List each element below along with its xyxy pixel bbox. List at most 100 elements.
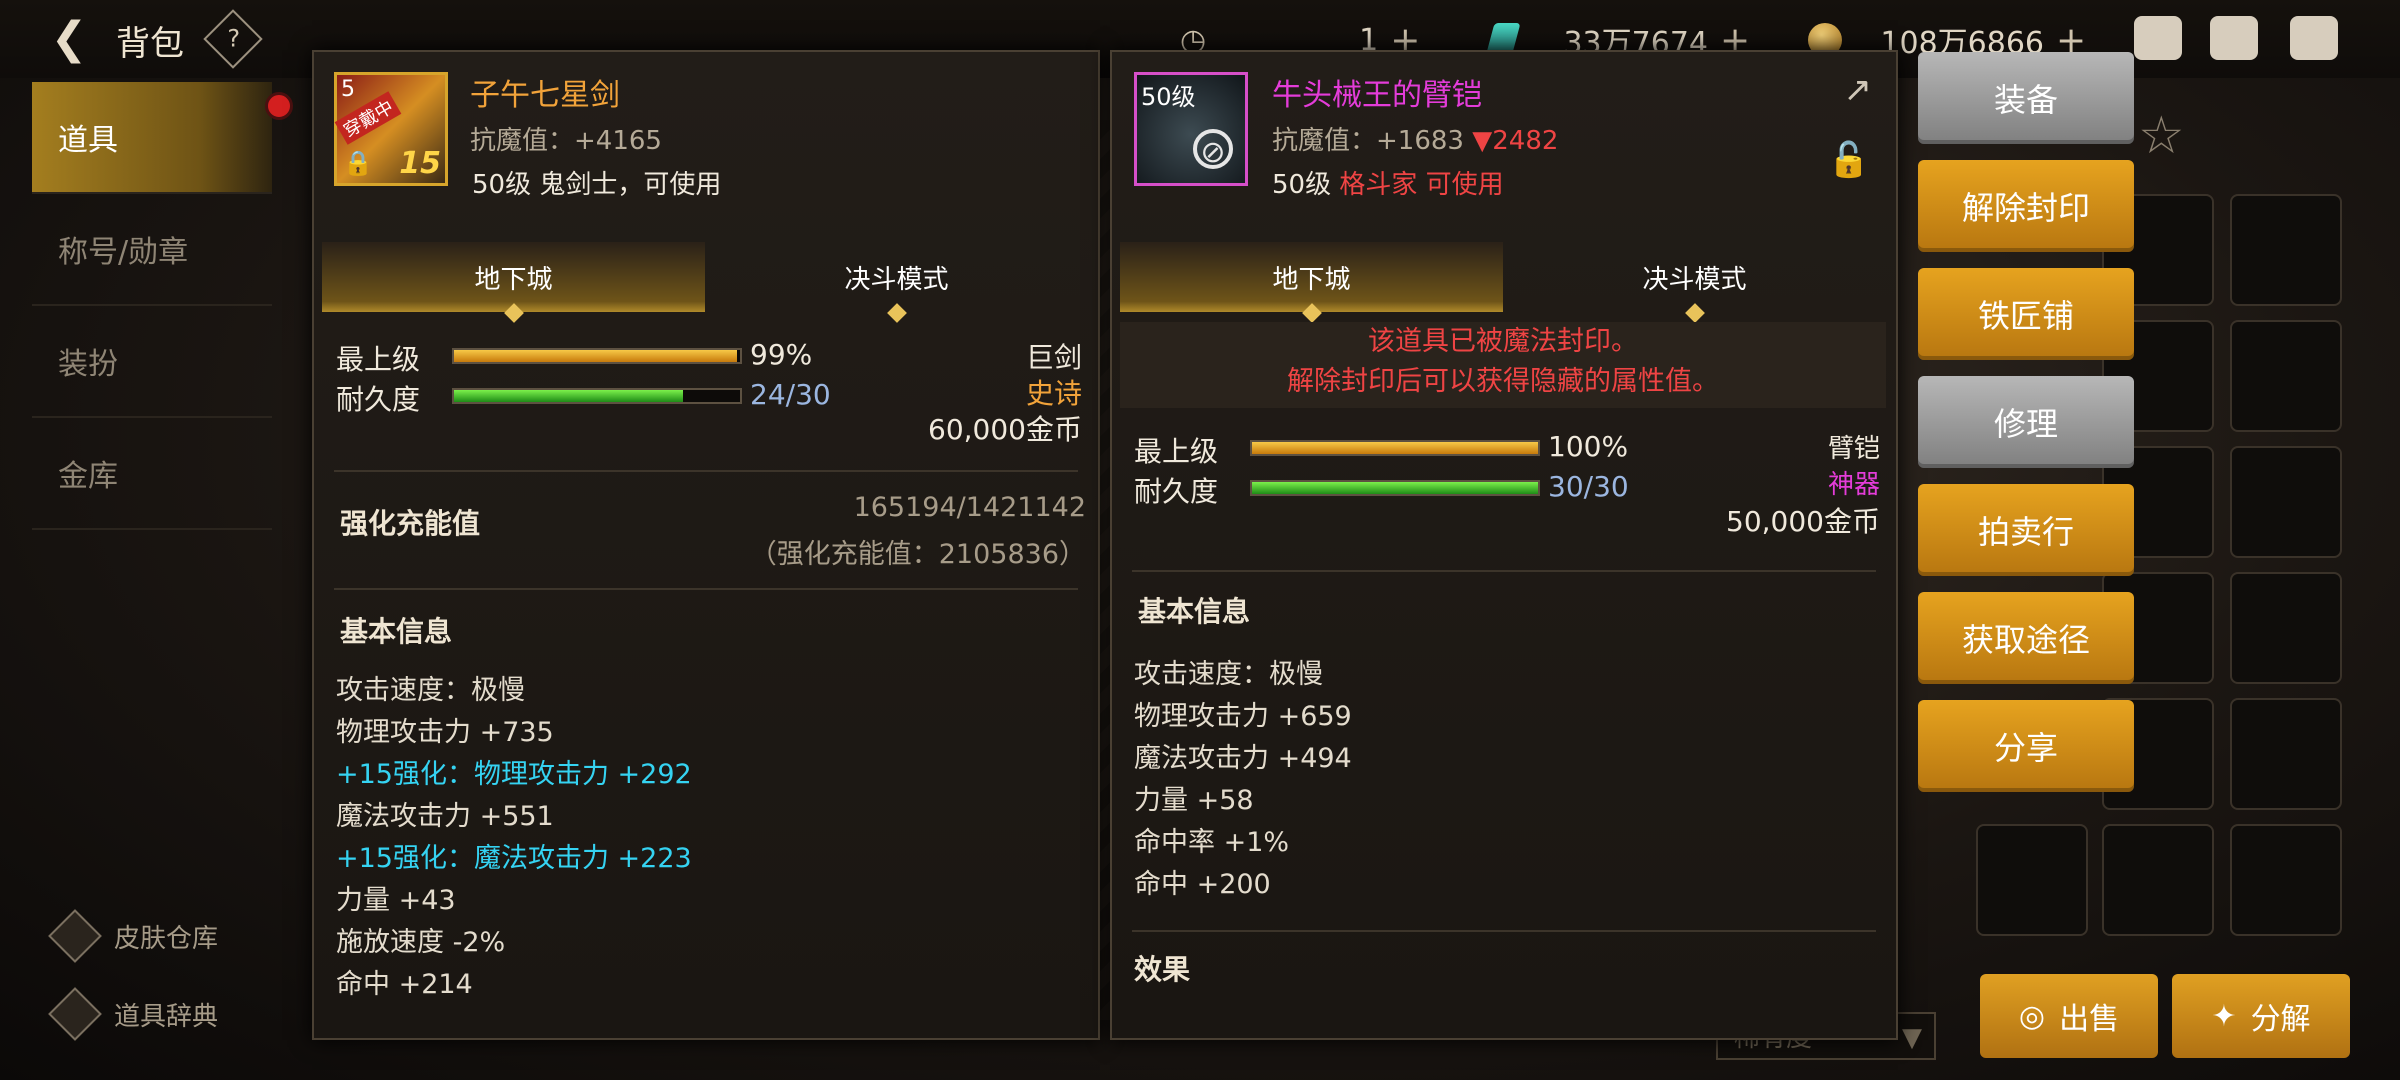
charge-total: （强化充能值：2105836） bbox=[749, 539, 1086, 570]
decompose-icon: ✦ bbox=[2211, 998, 2237, 1034]
max-level-label: 最上级 bbox=[1134, 435, 1219, 468]
item-rarity: 史诗 bbox=[1025, 377, 1082, 410]
unseal-button[interactable]: 解除封印 bbox=[1918, 160, 2134, 252]
durability-value: 30/30 bbox=[1548, 470, 1629, 503]
equip-button[interactable]: 装备 bbox=[1918, 52, 2134, 144]
basic-info-title: 基本信息 bbox=[1138, 595, 1251, 628]
decompose-button[interactable]: ✦ 分解 bbox=[2172, 974, 2350, 1058]
durability-label: 耐久度 bbox=[336, 383, 421, 416]
divider bbox=[334, 588, 1078, 590]
mail-icon[interactable] bbox=[2210, 16, 2258, 60]
tab-indicator bbox=[1301, 303, 1322, 323]
unusable-icon: ⊘ bbox=[1193, 129, 1233, 170]
stat-line: 命中率 +1% bbox=[1134, 827, 1290, 858]
lock-icon[interactable]: 🔓 bbox=[1828, 140, 1870, 180]
anti-magic-value: 抗魔值：+4165 bbox=[470, 126, 662, 156]
page-title: 背包 bbox=[116, 24, 184, 64]
lock-icon: 🔒 bbox=[343, 149, 373, 177]
skin-storage-link[interactable]: 皮肤仓库 bbox=[48, 908, 219, 964]
help-icon-glyph: ? bbox=[227, 24, 241, 53]
sidebar-item-vault[interactable]: 金库 bbox=[32, 418, 272, 530]
tab-dungeon[interactable]: 地下城 bbox=[322, 242, 705, 323]
sell-label: 出售 bbox=[2059, 1002, 2120, 1037]
tab-dungeon[interactable]: 地下城 bbox=[1120, 242, 1503, 323]
tab-pvp[interactable]: 决斗模式 bbox=[705, 242, 1088, 323]
tab-indicator bbox=[886, 303, 907, 323]
stat-list: 攻击速度：极慢 物理攻击力 +735 +15强化：物理攻击力 +292 魔法攻击… bbox=[336, 670, 692, 1006]
req-class: 格斗家 可使用 bbox=[1339, 170, 1504, 200]
share-icon[interactable]: ↗ bbox=[1844, 70, 1873, 110]
item-requirement: 50级 格斗家 可使用 bbox=[1272, 164, 1504, 201]
stat-line: 魔法攻击力 +551 bbox=[336, 801, 554, 832]
max-level-label: 最上级 bbox=[336, 343, 421, 376]
inventory-slot[interactable] bbox=[2230, 194, 2342, 306]
blacksmith-button[interactable]: 铁匠铺 bbox=[1918, 268, 2134, 360]
inventory-slot[interactable] bbox=[2230, 572, 2342, 684]
chat-icon[interactable] bbox=[2290, 16, 2338, 60]
stat-line-enhanced: +15强化：物理攻击力 +292 bbox=[336, 759, 692, 790]
item-icon-armguard: 50级 ⊘ bbox=[1134, 72, 1248, 186]
item-dictionary-link[interactable]: 道具辞典 bbox=[48, 986, 219, 1042]
stat-line: 攻击速度：极慢 bbox=[1134, 659, 1323, 690]
item-name: 子午七星剑 bbox=[470, 78, 620, 113]
enhance-level: 15 bbox=[399, 146, 441, 181]
inventory-slot[interactable] bbox=[1976, 824, 2088, 936]
inventory-slot[interactable] bbox=[2230, 824, 2342, 936]
inventory-slot[interactable] bbox=[2230, 446, 2342, 558]
sidebar-item-label: 道具 bbox=[58, 123, 118, 158]
basic-info-title: 基本信息 bbox=[340, 615, 453, 648]
max-level-value: 100% bbox=[1548, 430, 1629, 463]
max-level-bar bbox=[1250, 440, 1540, 456]
sidebar-item-label: 装扮 bbox=[58, 347, 118, 382]
sell-button[interactable]: ◎ 出售 bbox=[1980, 974, 2158, 1058]
req-level: 50级 bbox=[1272, 170, 1332, 200]
coins-icon: ◎ bbox=[2018, 998, 2046, 1034]
repair-button[interactable]: 修理 bbox=[1918, 376, 2134, 468]
anti-magic-diff: ▼2482 bbox=[1472, 126, 1559, 156]
item-type: 臂铠 bbox=[1827, 434, 1880, 464]
item-icon-sword: 5 穿戴中 15 🔒 bbox=[334, 72, 448, 186]
notification-dot bbox=[265, 92, 293, 120]
stat-list: 攻击速度：极慢 物理攻击力 +659 魔法攻击力 +494 力量 +58 命中率… bbox=[1134, 654, 1352, 906]
skin-storage-icon bbox=[48, 909, 102, 963]
item-tooltip-right: 50级 ⊘ 牛头械王的臂铠 抗魔值：+1683 ▼2482 50级 格斗家 可使… bbox=[1110, 50, 1898, 1040]
stat-line-enhanced: +15强化：魔法攻击力 +223 bbox=[336, 843, 692, 874]
tab-indicator bbox=[1684, 303, 1705, 323]
skin-storage-label: 皮肤仓库 bbox=[114, 923, 219, 954]
divider bbox=[334, 470, 1078, 472]
bag-icon[interactable] bbox=[2134, 16, 2182, 60]
item-rarity: 神器 bbox=[1827, 470, 1880, 500]
inventory-slot[interactable] bbox=[2230, 320, 2342, 432]
sidebar-item-titles[interactable]: 称号/勋章 bbox=[32, 194, 272, 306]
anti-magic-value: 抗魔值：+1683 ▼2482 bbox=[1272, 120, 1558, 157]
inventory-slot[interactable] bbox=[2230, 698, 2342, 810]
sidebar-item-items[interactable]: 道具 bbox=[32, 82, 272, 194]
stat-line: 命中 +214 bbox=[336, 969, 473, 1000]
stat-line: 施放速度 -2% bbox=[336, 927, 506, 958]
pentagram-icon[interactable]: ☆ bbox=[2138, 106, 2198, 166]
durability-bar bbox=[452, 388, 742, 404]
item-dictionary-label: 道具辞典 bbox=[114, 1001, 219, 1032]
max-level-bar bbox=[452, 348, 742, 364]
share-button[interactable]: 分享 bbox=[1918, 700, 2134, 792]
stat-line: 攻击速度：极慢 bbox=[336, 675, 525, 706]
charge-value: 165194/1421142 bbox=[853, 492, 1086, 523]
divider bbox=[1132, 570, 1876, 572]
item-type: 巨剑 bbox=[1025, 341, 1082, 374]
dictionary-icon bbox=[48, 987, 102, 1041]
item-level-badge: 5 bbox=[341, 77, 355, 102]
tab-pvp-label: 决斗模式 bbox=[1642, 264, 1747, 295]
tab-pvp[interactable]: 决斗模式 bbox=[1503, 242, 1886, 323]
sidebar-item-costume[interactable]: 装扮 bbox=[32, 306, 272, 418]
auction-button[interactable]: 拍卖行 bbox=[1918, 484, 2134, 576]
stat-line: 魔法攻击力 +494 bbox=[1134, 743, 1352, 774]
chevron-down-icon: ▼ bbox=[1902, 1023, 1922, 1053]
sidebar-item-label: 称号/勋章 bbox=[58, 235, 189, 270]
mode-tabs: 地下城 决斗模式 bbox=[1120, 242, 1886, 323]
item-name: 牛头械王的臂铠 bbox=[1272, 78, 1482, 113]
divider bbox=[1132, 930, 1876, 932]
obtain-source-button[interactable]: 获取途径 bbox=[1918, 592, 2134, 684]
back-icon[interactable]: ❮ bbox=[44, 14, 94, 64]
inventory-slot[interactable] bbox=[2102, 824, 2214, 936]
mode-tabs: 地下城 决斗模式 bbox=[322, 242, 1088, 323]
